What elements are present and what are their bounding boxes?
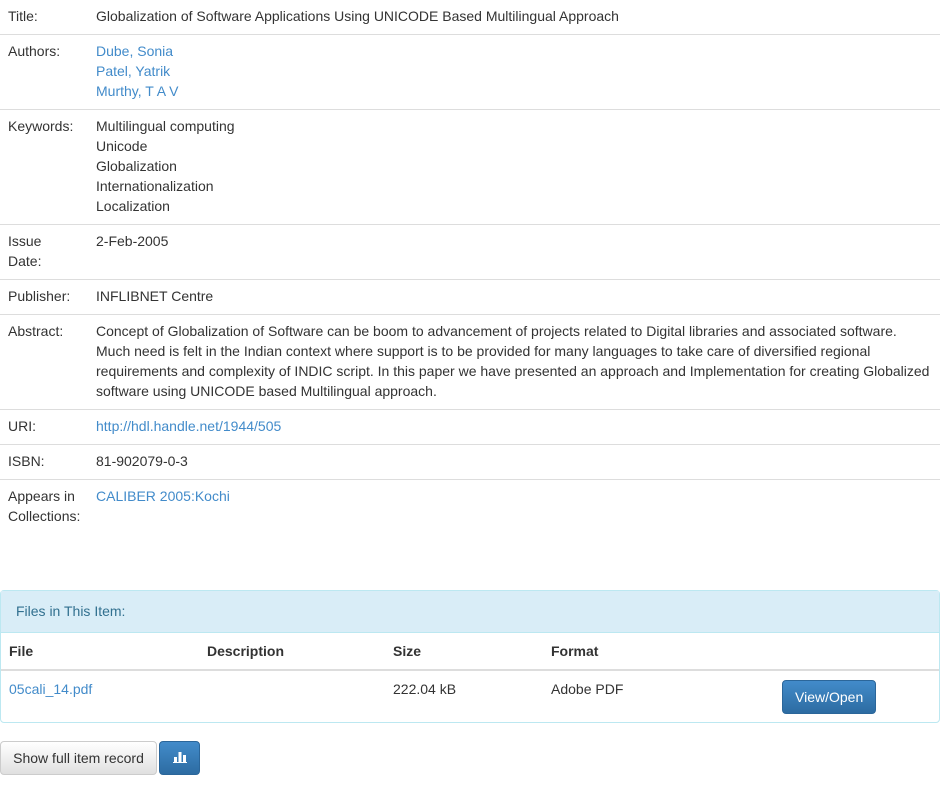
file-name-link[interactable]: 05cali_14.pdf — [9, 681, 92, 697]
item-actions: Show full item record — [0, 741, 200, 775]
column-header-action — [774, 633, 939, 671]
metadata-label-authors: Authors: — [0, 34, 88, 110]
statistics-button[interactable] — [159, 741, 200, 775]
column-header-size: Size — [385, 633, 543, 671]
author-link-murthy-tav[interactable]: Murthy, T A V — [96, 81, 932, 101]
files-table-header-row: File Description Size Format — [1, 633, 939, 671]
metadata-label-isbn: ISBN: — [0, 444, 88, 480]
label-line: Issue — [8, 233, 42, 249]
size-cell: 222.04 kB — [393, 681, 457, 697]
metadata-row-authors: Authors: Dube, Sonia Patel, Yatrik Murth… — [0, 34, 940, 110]
metadata-row-keywords: Keywords: Multilingual computing Unicode… — [0, 109, 940, 225]
files-panel-heading: Files in This Item: — [1, 591, 939, 633]
item-metadata-table: Title: Globalization of Software Applica… — [0, 0, 940, 534]
metadata-value-uri: http://hdl.handle.net/1944/505 — [88, 409, 940, 445]
action-cell: View/Open — [774, 670, 939, 722]
label-line: Appears in — [8, 488, 75, 504]
metadata-label-title: Title: — [0, 0, 88, 35]
keyword-item: Internationalization — [96, 178, 214, 194]
description-cell — [199, 670, 385, 722]
metadata-label-collections: Appears in Collections: — [0, 480, 88, 535]
metadata-value-collections: CALIBER 2005:Kochi — [88, 480, 940, 535]
metadata-row-title: Title: Globalization of Software Applica… — [0, 0, 940, 35]
uri-link[interactable]: http://hdl.handle.net/1944/505 — [96, 418, 281, 434]
author-link-dube-sonia[interactable]: Dube, Sonia — [96, 41, 932, 61]
files-table: File Description Size Format 05cali_14.p… — [1, 633, 939, 722]
metadata-label-issue-date: Issue Date: — [0, 224, 88, 280]
file-cell: 05cali_14.pdf — [1, 670, 199, 722]
metadata-value-issue-date: 2-Feb-2005 — [88, 224, 940, 280]
author-link-patel-yatrik[interactable]: Patel, Yatrik — [96, 61, 932, 81]
metadata-row-abstract: Abstract: Concept of Globalization of So… — [0, 314, 940, 410]
metadata-value-keywords: Multilingual computing Unicode Globaliza… — [88, 109, 940, 225]
files-panel: Files in This Item: File Description Siz… — [0, 590, 940, 723]
metadata-value-isbn: 81-902079-0-3 — [88, 444, 940, 480]
metadata-value-authors: Dube, Sonia Patel, Yatrik Murthy, T A V — [88, 34, 940, 110]
metadata-value-publisher: INFLIBNET Centre — [88, 279, 940, 315]
metadata-row-isbn: ISBN: 81-902079-0-3 — [0, 444, 940, 480]
table-row: 05cali_14.pdf 222.04 kB Adobe PDF View/O… — [1, 670, 939, 722]
show-full-item-record-button[interactable]: Show full item record — [0, 741, 157, 775]
metadata-row-collections: Appears in Collections: CALIBER 2005:Koc… — [0, 480, 940, 535]
metadata-label-uri: URI: — [0, 409, 88, 445]
format-cell: Adobe PDF — [551, 681, 624, 697]
column-header-description: Description — [199, 633, 385, 671]
column-header-format: Format — [543, 633, 774, 671]
metadata-label-publisher: Publisher: — [0, 279, 88, 315]
keyword-item: Localization — [96, 198, 170, 214]
metadata-row-uri: URI: http://hdl.handle.net/1944/505 — [0, 409, 940, 445]
keyword-item: Globalization — [96, 158, 177, 174]
metadata-value-title: Globalization of Software Applications U… — [88, 0, 940, 35]
label-line: Date: — [8, 253, 42, 269]
label-line: Collections: — [8, 508, 81, 524]
metadata-label-keywords: Keywords: — [0, 109, 88, 225]
metadata-row-issue-date: Issue Date: 2-Feb-2005 — [0, 224, 940, 280]
view-open-button[interactable]: View/Open — [782, 680, 876, 714]
keyword-item: Multilingual computing — [96, 118, 235, 134]
metadata-row-publisher: Publisher: INFLIBNET Centre — [0, 279, 940, 315]
metadata-value-abstract: Concept of Globalization of Software can… — [88, 314, 940, 410]
metadata-label-abstract: Abstract: — [0, 314, 88, 410]
collection-link[interactable]: CALIBER 2005:Kochi — [96, 488, 230, 504]
keyword-item: Unicode — [96, 138, 148, 154]
column-header-file: File — [1, 633, 199, 671]
bar-chart-icon — [172, 748, 187, 768]
